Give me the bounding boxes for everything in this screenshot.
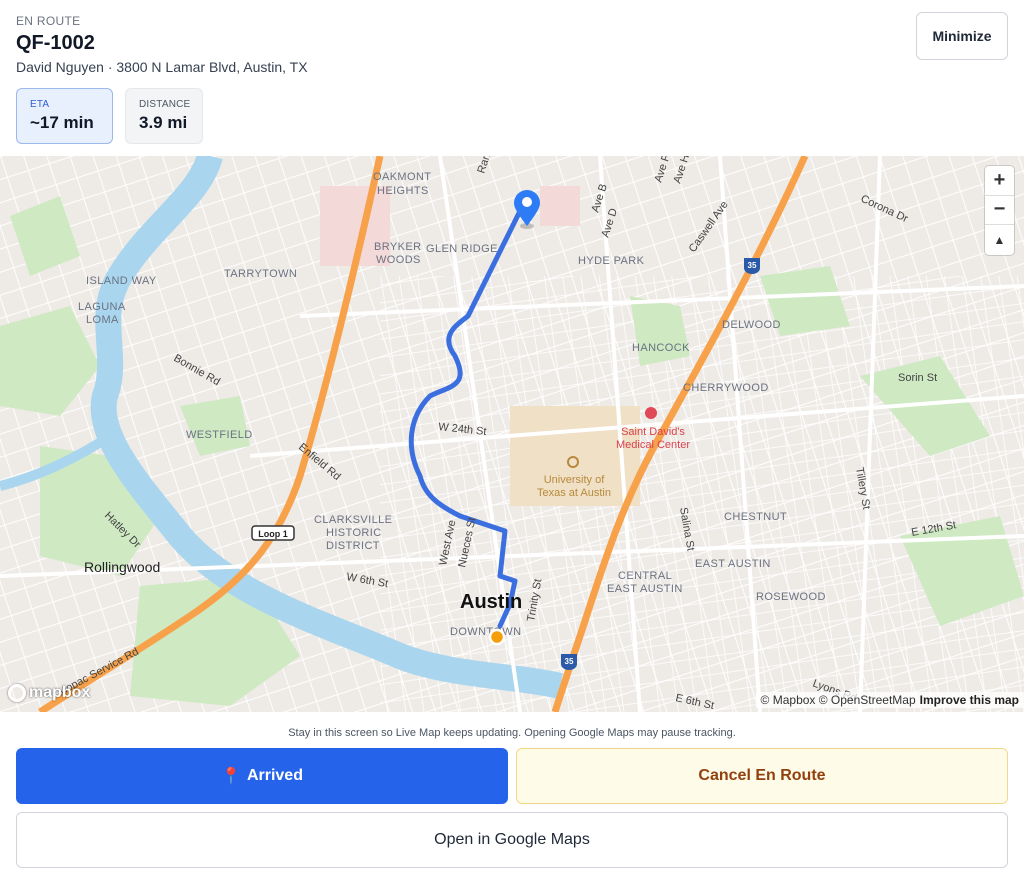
distance-value: 3.9 mi: [139, 113, 188, 132]
label-ut-1: University of: [544, 474, 605, 486]
distance-card: DISTANCE 3.9 mi: [125, 88, 203, 144]
label-tarrytown: TARRYTOWN: [224, 268, 297, 280]
label-bryker: BRYKER: [374, 241, 421, 253]
street-grid-east: [380, 276, 1024, 712]
label-austin: Austin: [460, 591, 522, 613]
open-google-maps-button[interactable]: Open in Google Maps: [16, 812, 1008, 868]
label-east-austin: EAST AUSTIN: [695, 558, 771, 570]
label-hancock: HANCOCK: [632, 342, 690, 354]
distance-label: DISTANCE: [139, 99, 191, 110]
trip-status: EN ROUTE: [16, 14, 81, 28]
pin-icon: 📍: [221, 768, 241, 785]
label-central: CENTRAL: [618, 570, 672, 582]
label-chestnut: CHESTNUT: [724, 511, 787, 523]
attribution-text[interactable]: © Mapbox © OpenStreetMap: [761, 693, 916, 707]
label-delwood: DELWOOD: [722, 319, 781, 331]
eta-label: ETA: [30, 99, 50, 110]
hospital-icon: [645, 407, 657, 419]
label-glen-ridge: GLEN RIDGE: [426, 243, 498, 255]
map-attribution: © Mapbox © OpenStreetMap Improve this ma…: [755, 692, 1024, 708]
tracking-note: Stay in this screen so Live Map keeps up…: [288, 727, 736, 739]
label-historic: HISTORIC: [326, 527, 382, 539]
arrived-label: Arrived: [246, 767, 303, 784]
loop1-label: Loop 1: [258, 529, 288, 539]
minimize-button[interactable]: Minimize: [916, 12, 1008, 60]
eta-value: ~17 min: [30, 113, 94, 132]
driver-location-icon: [488, 628, 506, 646]
label-rosewood: ROSEWOOD: [756, 591, 826, 603]
label-district: DISTRICT: [326, 540, 380, 552]
customer-address: David Nguyen · 3800 N Lamar Blvd, Austin…: [16, 59, 308, 75]
map-controls: + − ▲: [985, 166, 1014, 255]
medical-area: [540, 186, 580, 226]
label-clarksville: CLARKSVILLE: [314, 514, 392, 526]
arrived-button[interactable]: 📍 Arrived: [16, 748, 508, 804]
label-island-way: ISLAND WAY: [86, 275, 157, 287]
label-sorin: Sorin St: [898, 372, 937, 384]
cancel-en-route-button[interactable]: Cancel En Route: [516, 748, 1008, 804]
label-heights: HEIGHTS: [377, 185, 429, 197]
improve-map-link[interactable]: Improve this map: [920, 693, 1019, 707]
mapbox-logo-text: mapbox: [29, 684, 91, 701]
order-id: QF-1002: [16, 32, 95, 54]
label-downtown: DOWNTOWN: [450, 626, 521, 638]
live-map[interactable]: OAKMONT HEIGHTS BRYKER WOODS GLEN RIDGE …: [0, 156, 1024, 712]
label-ut-2: Texas at Austin: [537, 487, 611, 499]
label-westfield: WESTFIELD: [186, 429, 253, 441]
zoom-in-button[interactable]: +: [985, 166, 1014, 196]
zoom-out-button[interactable]: −: [985, 196, 1014, 226]
label-loma: LOMA: [86, 314, 119, 326]
label-laguna: LAGUNA: [78, 301, 126, 313]
label-oakmont: OAKMONT: [373, 171, 431, 183]
label-rollingwood: Rollingwood: [84, 559, 160, 575]
i35-label-south: 35: [565, 657, 574, 666]
map-canvas: OAKMONT HEIGHTS BRYKER WOODS GLEN RIDGE …: [0, 156, 1024, 712]
label-east-austin-central: EAST AUSTIN: [607, 583, 683, 595]
trip-header: EN ROUTE QF-1002 David Nguyen · 3800 N L…: [0, 0, 1024, 156]
label-cherrywood: CHERRYWOOD: [683, 382, 769, 394]
eta-card: ETA ~17 min: [16, 88, 113, 144]
label-st-davids-2: Medical Center: [616, 439, 690, 451]
label-hyde-park: HYDE PARK: [578, 255, 645, 267]
compass-icon[interactable]: ▲: [985, 225, 1014, 255]
i35-label-north: 35: [748, 261, 757, 270]
label-woods: WOODS: [376, 254, 421, 266]
mapbox-ring-icon: [8, 684, 26, 702]
mapbox-logo[interactable]: mapbox: [8, 684, 90, 702]
label-st-davids-1: Saint David's: [621, 426, 685, 438]
